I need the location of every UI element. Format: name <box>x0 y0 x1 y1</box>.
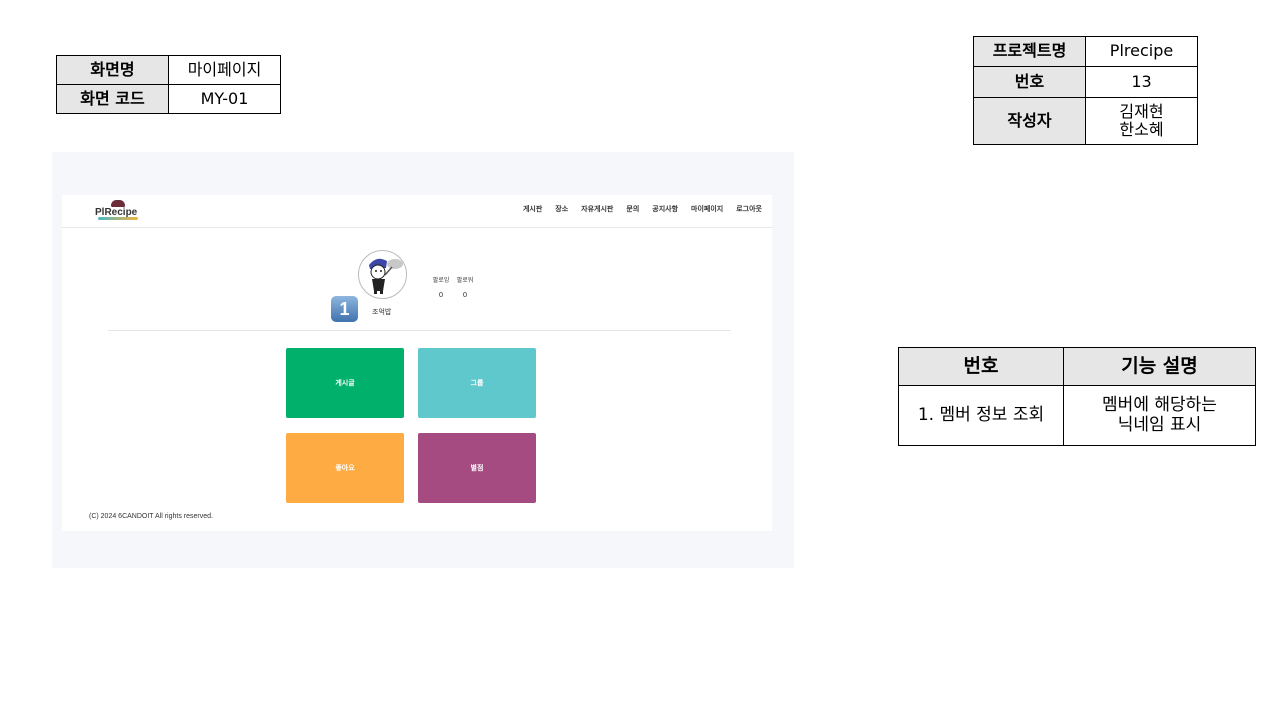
feature-number-header: 번호 <box>898 347 1064 386</box>
footer-copyright: (C) 2024 6CANDOIT All rights reserved. <box>89 513 213 520</box>
likes-tile[interactable]: 좋아요 <box>286 433 404 503</box>
feature-description-cell: 멤버에 해당하는 닉네임 표시 <box>1063 385 1256 446</box>
nav-item-free-board[interactable]: 자유게시판 <box>581 204 613 214</box>
project-name-label: 프로젝트명 <box>973 36 1086 67</box>
author-line-1: 김재현 <box>1119 101 1164 121</box>
logo-hat-icon <box>111 200 125 207</box>
followers-label: 팔로잉 <box>432 277 450 284</box>
followers-stat[interactable]: 팔로잉 0 <box>428 275 454 299</box>
screen-code-value: MY-01 <box>168 84 281 114</box>
posts-tile-label: 게시글 <box>335 379 355 387</box>
following-stat[interactable]: 팔로워 0 <box>452 275 478 299</box>
top-navigation: PlRecipe 게시판 장소 자유게시판 문의 공지사항 마이페이지 로그아웃 <box>62 195 772 228</box>
feature-description-line-1: 멤버에 해당하는 <box>1102 394 1217 415</box>
nav-item-mypage[interactable]: 마이페이지 <box>691 204 723 214</box>
mypage-view: PlRecipe 게시판 장소 자유게시판 문의 공지사항 마이페이지 로그아웃 <box>62 195 772 531</box>
followers-count: 0 <box>438 291 444 299</box>
doc-number-value: 13 <box>1085 66 1198 98</box>
rank-badge: 1 <box>331 296 358 322</box>
following-count: 0 <box>462 291 468 299</box>
screen-info-table: 화면명 마이페이지 화면 코드 MY-01 <box>56 55 281 114</box>
feature-description-line-2: 닉네임 표시 <box>1117 414 1202 435</box>
chef-character-icon <box>369 258 403 294</box>
doc-number-label: 번호 <box>973 66 1086 98</box>
member-nickname: 조억밥 <box>372 308 392 316</box>
ratings-tile-label: 별점 <box>470 464 484 472</box>
logo-swirl-icon <box>98 217 138 220</box>
nav-item-inquiry[interactable]: 문의 <box>626 204 639 214</box>
groups-tile[interactable]: 그룹 <box>418 348 536 418</box>
likes-tile-label: 좋아요 <box>335 464 355 472</box>
app-logo[interactable]: PlRecipe <box>95 200 143 222</box>
app-screenshot: PlRecipe 게시판 장소 자유게시판 문의 공지사항 마이페이지 로그아웃 <box>52 152 794 568</box>
posts-tile[interactable]: 게시글 <box>286 348 404 418</box>
following-label: 팔로워 <box>456 277 474 284</box>
feature-description-header: 기능 설명 <box>1063 347 1256 386</box>
author-label: 작성자 <box>973 97 1086 145</box>
ratings-tile[interactable]: 별점 <box>418 433 536 503</box>
nav-item-notice[interactable]: 공지사항 <box>652 204 678 214</box>
screen-name-label: 화면명 <box>56 55 169 85</box>
screen-code-label: 화면 코드 <box>56 84 169 114</box>
nav-item-logout[interactable]: 로그아웃 <box>736 204 762 214</box>
author-line-2: 한소혜 <box>1119 120 1164 139</box>
nav-item-place[interactable]: 장소 <box>555 204 568 214</box>
nav-menu: 게시판 장소 자유게시판 문의 공지사항 마이페이지 로그아웃 <box>523 204 762 214</box>
project-info-table: 프로젝트명 Plrecipe 번호 13 작성자 김재현 한소혜 <box>973 36 1198 145</box>
groups-tile-label: 그룹 <box>470 379 484 387</box>
nav-item-board[interactable]: 게시판 <box>523 204 542 214</box>
author-value: 김재현 한소혜 <box>1085 97 1198 145</box>
screen-name-value: 마이페이지 <box>168 55 281 85</box>
feature-table: 번호 기능 설명 1. 멤버 정보 조회 멤버에 해당하는 닉네임 표시 <box>898 347 1256 446</box>
avatar[interactable] <box>358 250 407 299</box>
table-row: 1. 멤버 정보 조회 멤버에 해당하는 닉네임 표시 <box>898 385 1256 446</box>
feature-number-cell: 1. 멤버 정보 조회 <box>898 385 1064 446</box>
profile-divider <box>108 330 731 331</box>
project-name-value: Plrecipe <box>1085 36 1198 67</box>
